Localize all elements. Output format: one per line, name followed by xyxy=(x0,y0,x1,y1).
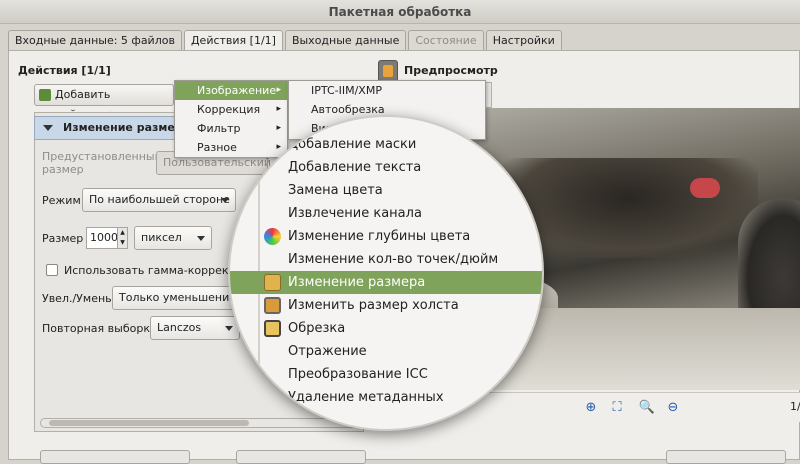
size-value: 1000 xyxy=(90,231,118,244)
tab-actions[interactable]: Действия [1/1] xyxy=(183,30,283,51)
size-label: Размер xyxy=(42,232,84,245)
preset-size-label: Предустановленный размер xyxy=(42,150,162,176)
menu-item-label: Изображение xyxy=(197,84,277,97)
menu-item-label: Изменение глубины цвета xyxy=(288,229,471,244)
resample-combo[interactable]: Lanczos xyxy=(150,316,240,340)
resample-label: Повторная выборка xyxy=(42,322,157,335)
tab-status: Состояние xyxy=(408,30,484,50)
gamma-checkbox[interactable] xyxy=(46,264,58,276)
tab-output-data[interactable]: Выходные данные xyxy=(284,30,407,50)
submenu-item-remove-metadata[interactable]: Удаление метаданных xyxy=(230,386,542,409)
zoom-combo[interactable]: Только уменьшение xyxy=(112,286,242,310)
menu-item-label: Замена цвета xyxy=(288,183,383,198)
tab-input-data[interactable]: Входные данные: 5 файлов xyxy=(8,30,182,50)
menu-item-image[interactable]: Изображение ▸ xyxy=(175,81,287,100)
submenu-arrow-icon: ▸ xyxy=(276,85,281,95)
crop-icon xyxy=(264,320,281,337)
expander-arrow-icon xyxy=(43,125,53,131)
canvas-size-icon xyxy=(264,297,281,314)
menu-item-label: Удаление метаданных xyxy=(288,390,444,405)
submenu-item-color-depth[interactable]: Изменение глубины цвета xyxy=(230,225,542,248)
expander-title: Изменение размера xyxy=(63,121,191,134)
preview-icon xyxy=(378,60,398,82)
add-action-icon xyxy=(39,89,51,101)
unit-value: пиксел xyxy=(141,231,182,244)
mode-combo[interactable]: По наибольшей стороне xyxy=(82,188,236,212)
zoom-label: Увел./Умень. xyxy=(42,292,116,305)
scrollbar-thumb[interactable] xyxy=(49,420,249,426)
mode-label: Режим xyxy=(42,194,81,207)
submenu-arrow-icon: ▸ xyxy=(276,104,281,114)
bottom-button-middle[interactable] xyxy=(236,450,366,464)
mode-value: По наибольшей стороне xyxy=(89,193,230,206)
horizontal-scrollbar[interactable] xyxy=(40,418,360,428)
spin-arrows-icon[interactable]: ▲ ▼ xyxy=(117,228,127,248)
gamma-label: Использовать гамма-коррекцию xyxy=(64,264,253,277)
menu-item-label: Обрезка xyxy=(288,321,346,336)
mask-icon xyxy=(264,136,281,153)
photo-red-part xyxy=(690,178,720,198)
submenu-item-iptc[interactable]: IPTC-IIM/XMP xyxy=(289,81,485,100)
actions-section-title: Действия [1/1] xyxy=(18,64,111,77)
preview-title: Предпросмотр xyxy=(404,64,498,77)
submenu-item-flip[interactable]: Отражение xyxy=(230,340,542,363)
submenu-item-crop[interactable]: Обрезка xyxy=(230,317,542,340)
menu-item-label: Изменение размера xyxy=(288,275,426,290)
submenu-item-icc[interactable]: Преобразование ICC xyxy=(230,363,542,386)
resize-icon xyxy=(264,274,281,291)
submenu-item-add-mask[interactable]: Добавление маски xyxy=(230,133,542,156)
menu-item-label: Изменение кол-во точек/дюйм xyxy=(288,252,499,267)
zoom-search-icon[interactable]: 🔍 xyxy=(638,399,656,417)
submenu-item-dpi[interactable]: Изменение кол-во точек/дюйм xyxy=(230,248,542,271)
bottom-button-right[interactable] xyxy=(666,450,786,464)
resample-value: Lanczos xyxy=(157,321,202,334)
color-depth-icon xyxy=(264,228,281,245)
menu-item-label: Отражение xyxy=(288,344,367,359)
menu-item-label: Изменить размер холста xyxy=(288,298,459,313)
menu-item-correction[interactable]: Коррекция ▸ xyxy=(175,100,287,119)
menu-item-label: Добавление маски xyxy=(288,137,417,152)
menu-item-label: Добавление текста xyxy=(288,160,422,175)
bottom-button-left[interactable] xyxy=(40,450,190,464)
submenu-item-channel-extract[interactable]: Извлечение канала xyxy=(230,202,542,225)
submenu-item-add-text[interactable]: Добавление текста xyxy=(230,156,542,179)
window-title: Пакетная обработка xyxy=(0,0,800,24)
add-action-button[interactable]: Добавить действие> xyxy=(34,84,174,121)
menu-item-label: Преобразование ICC xyxy=(288,367,428,382)
unit-combo[interactable]: пиксел xyxy=(134,226,212,250)
zoom-fit-icon[interactable]: ⛶ xyxy=(608,399,626,417)
submenu-item-color-replace[interactable]: Замена цвета xyxy=(230,179,542,202)
zoom-out-icon[interactable]: ⊖ xyxy=(664,399,682,417)
zoom-value: Только уменьшение xyxy=(119,291,237,304)
menu-item-label: Коррекция xyxy=(197,103,261,116)
size-spinbox[interactable]: 1000 ▲ ▼ xyxy=(86,227,128,249)
chevron-down-icon xyxy=(197,236,205,241)
menu-item-label: Извлечение канала xyxy=(288,206,422,221)
tab-settings[interactable]: Настройки xyxy=(485,30,562,50)
tab-bar: Входные данные: 5 файлов Действия [1/1] … xyxy=(8,30,564,51)
zoom-in-icon[interactable]: ⊕ xyxy=(582,399,600,417)
chevron-down-icon xyxy=(221,198,229,203)
submenu-item-canvas-size[interactable]: Изменить размер холста xyxy=(230,294,542,317)
page-indicator: 1/ xyxy=(790,400,800,413)
magnifier-lens: Добавление маски Добавление текста Замен… xyxy=(228,115,544,431)
submenu-item-resize[interactable]: Изменение размера xyxy=(230,271,542,294)
